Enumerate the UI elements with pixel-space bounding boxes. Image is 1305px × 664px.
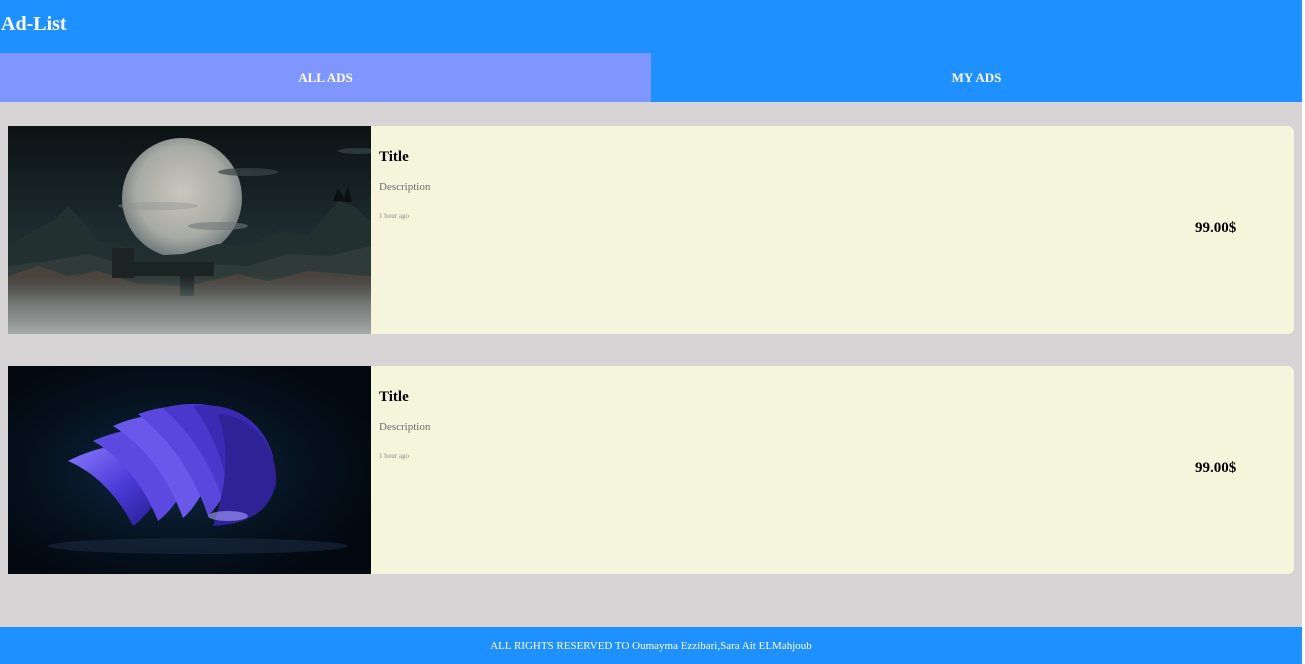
app-header: Ad-List: [0, 0, 1302, 53]
footer-copyright: ALL RIGHTS RESERVED TO Oumayma Ezzibari,…: [490, 639, 812, 652]
ad-price: 99.00$: [1195, 460, 1237, 476]
ad-image: [8, 366, 371, 574]
ad-title: Title: [379, 149, 409, 165]
tab-my-ads[interactable]: MY ADS: [651, 53, 1302, 102]
landscape-image-icon: [8, 126, 371, 334]
ad-card[interactable]: Title Description 1 hour ago 99.00$: [8, 126, 1294, 334]
ad-image: [8, 126, 371, 334]
ad-description: Description: [379, 421, 431, 433]
tab-bar: ALL ADS MY ADS: [0, 53, 1302, 102]
ad-timestamp: 1 hour ago: [379, 452, 409, 460]
tab-all-ads[interactable]: ALL ADS: [0, 53, 651, 102]
ad-timestamp: 1 hour ago: [379, 212, 409, 220]
abstract-shape-image-icon: [8, 366, 371, 574]
ad-description: Description: [379, 181, 431, 193]
ad-price: 99.00$: [1195, 220, 1237, 236]
ad-card[interactable]: Title Description 1 hour ago 99.00$: [8, 366, 1294, 574]
page-footer: ALL RIGHTS RESERVED TO Oumayma Ezzibari,…: [0, 627, 1302, 664]
app-title: Ad-List: [1, 13, 67, 35]
ad-title: Title: [379, 389, 409, 405]
